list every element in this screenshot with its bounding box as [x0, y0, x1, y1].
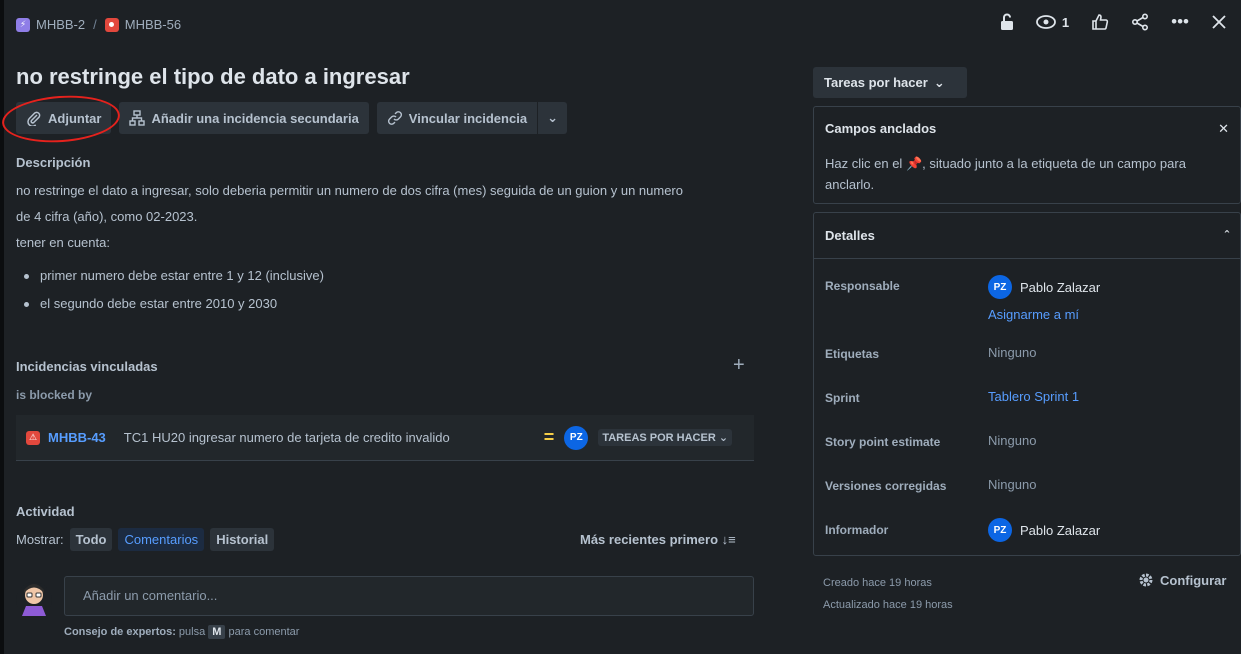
annotation-circle [0, 91, 122, 147]
window-edge [0, 0, 4, 654]
linked-issues-heading: Incidencias vinculadas [16, 359, 158, 374]
sprint-field[interactable]: Tablero Sprint 1 [988, 389, 1079, 404]
issue-title[interactable]: no restringe el tipo de dato a ingresar [16, 64, 410, 90]
tip-text: pulsa [178, 626, 206, 638]
breadcrumb-separator: / [93, 17, 97, 32]
description-bullet-list: primer numero debe estar entre 1 y 12 (i… [22, 262, 324, 318]
reporter-field[interactable]: PZ Pablo Zalazar [988, 518, 1100, 542]
description-body[interactable]: no restringe el dato a ingresar, solo de… [16, 178, 746, 256]
link-relation-label: is blocked by [16, 388, 93, 402]
bug-icon: ⚠ [26, 430, 40, 445]
chevron-down-icon: ⌄ [718, 432, 729, 444]
more-actions-dropdown[interactable]: ⌄ [538, 102, 567, 134]
linked-issue-key[interactable]: MHBB-43 [48, 430, 106, 445]
activity-heading: Actividad [16, 504, 75, 519]
avatar: PZ [988, 518, 1012, 542]
link-icon [387, 111, 402, 125]
sprint-label: Sprint [825, 391, 860, 405]
tip-text: para comentar [228, 626, 300, 638]
avatar[interactable]: PZ [564, 425, 589, 450]
avatar: PZ [988, 275, 1012, 299]
description-heading: Descripción [16, 155, 91, 170]
assignee-label: Responsable [825, 279, 900, 293]
comment-tip: Consejo de expertos: pulsa M para coment… [64, 625, 300, 639]
linked-issue-row[interactable]: ⚠ MHBB-43 TC1 HU20 ingresar numero de ta… [16, 415, 754, 461]
chevron-down-icon: ⌄ [547, 110, 558, 125]
assignee-name: Pablo Zalazar [1020, 279, 1101, 295]
fix-versions-label: Versiones corregidas [825, 479, 947, 493]
hierarchy-icon [129, 110, 146, 126]
pinned-fields-title: Campos anclados [825, 121, 937, 136]
chevron-up-icon: ˆ [1224, 228, 1229, 243]
epic-icon: ⚡ [16, 17, 30, 32]
status-transition-button[interactable]: Tareas por hacer ⌄ [813, 67, 967, 98]
more-icon[interactable]: ••• [1171, 12, 1189, 32]
description-line: tener en cuenta: [16, 235, 110, 250]
labels-label: Etiquetas [825, 347, 880, 361]
assign-to-me-link[interactable]: Asignarme a mí [988, 307, 1079, 322]
show-label: Mostrar: [16, 532, 64, 547]
like-icon[interactable] [1091, 13, 1109, 31]
unlock-icon[interactable] [1000, 13, 1014, 31]
details-title: Detalles [825, 228, 875, 243]
issue-timestamps: Creado hace 19 horas Actualizado hace 19… [823, 572, 953, 616]
breadcrumb: ⚡ MHBB-2 / MHBB-56 [16, 17, 181, 32]
filter-all[interactable]: Todo [69, 528, 113, 551]
link-issue-button[interactable]: Vincular incidencia [376, 102, 539, 134]
description-line: de 4 cifra (año), como 02-2023. [16, 209, 198, 224]
bug-icon [104, 17, 119, 32]
gear-icon [1139, 573, 1153, 587]
details-panel: Detalles ˆ Responsable PZ Pablo Zalazar … [813, 212, 1241, 556]
add-child-issue-button[interactable]: Añadir una incidencia secundaria [119, 102, 369, 134]
comment-input[interactable]: Añadir un comentario... [64, 576, 754, 616]
configure-label: Configurar [1160, 572, 1227, 588]
configure-button[interactable]: Configurar [1138, 572, 1226, 588]
link-issue-label: Vincular incidencia [408, 110, 528, 126]
share-icon[interactable] [1131, 13, 1149, 31]
breadcrumb-issue-link[interactable]: MHBB-56 [125, 17, 181, 32]
reporter-name: Pablo Zalazar [1020, 522, 1101, 538]
sort-button[interactable]: Más recientes primero ↓≡ [580, 532, 736, 547]
pinned-fields-panel: Campos anclados ✕ Haz clic en el 📌, situ… [813, 106, 1241, 204]
status-dropdown[interactable]: TAREAS POR HACER ⌄ [598, 429, 733, 446]
filter-comments[interactable]: Comentarios [118, 528, 205, 551]
pin-icon: 📌 [905, 156, 923, 171]
current-user-avatar [16, 582, 52, 618]
fix-versions-field[interactable]: Ninguno [988, 477, 1036, 492]
add-child-issue-label: Añadir una incidencia secundaria [151, 110, 359, 126]
watch-button[interactable]: 1 [1036, 15, 1069, 30]
bullet-item: el segundo debe estar entre 2010 y 2030 [22, 290, 324, 318]
linked-issue-summary[interactable]: TC1 HU20 ingresar numero de tarjeta de c… [124, 430, 534, 445]
close-icon[interactable] [1211, 14, 1227, 30]
filter-history[interactable]: Historial [210, 528, 275, 551]
issue-toolbar: 1 ••• [1000, 12, 1227, 32]
close-icon[interactable]: ✕ [1218, 121, 1229, 137]
sort-label: Más recientes primero [580, 532, 719, 547]
tip-bold: Consejo de expertos: [64, 626, 176, 638]
keyboard-shortcut: M [208, 625, 226, 639]
created-timestamp: Creado hace 19 horas [823, 577, 932, 589]
chevron-down-icon: ⌄ [933, 74, 945, 90]
add-linked-issue-icon[interactable]: + [733, 354, 745, 377]
status-label: TAREAS POR HACER [602, 432, 716, 444]
story-points-label: Story point estimate [825, 435, 941, 449]
activity-filter-bar: Mostrar: Todo Comentarios Historial [16, 528, 275, 551]
sort-icon: ↓≡ [721, 532, 736, 547]
breadcrumb-parent-link[interactable]: MHBB-2 [36, 17, 85, 32]
assignee-field[interactable]: PZ Pablo Zalazar [988, 275, 1100, 299]
updated-timestamp: Actualizado hace 19 horas [823, 599, 953, 611]
eye-icon [1036, 15, 1056, 29]
pinned-fields-help: Haz clic en el 📌, situado junto a la eti… [825, 156, 1186, 192]
story-points-field[interactable]: Ninguno [988, 433, 1036, 448]
status-transition-label: Tareas por hacer [824, 75, 928, 90]
description-line: no restringe el dato a ingresar, solo de… [16, 183, 683, 198]
details-header[interactable]: Detalles ˆ [814, 213, 1240, 259]
priority-medium-icon: = [543, 427, 555, 447]
reporter-label: Informador [825, 523, 889, 537]
bullet-item: primer numero debe estar entre 1 y 12 (i… [22, 262, 324, 290]
labels-field[interactable]: Ninguno [988, 345, 1036, 360]
watch-count: 1 [1061, 14, 1070, 30]
